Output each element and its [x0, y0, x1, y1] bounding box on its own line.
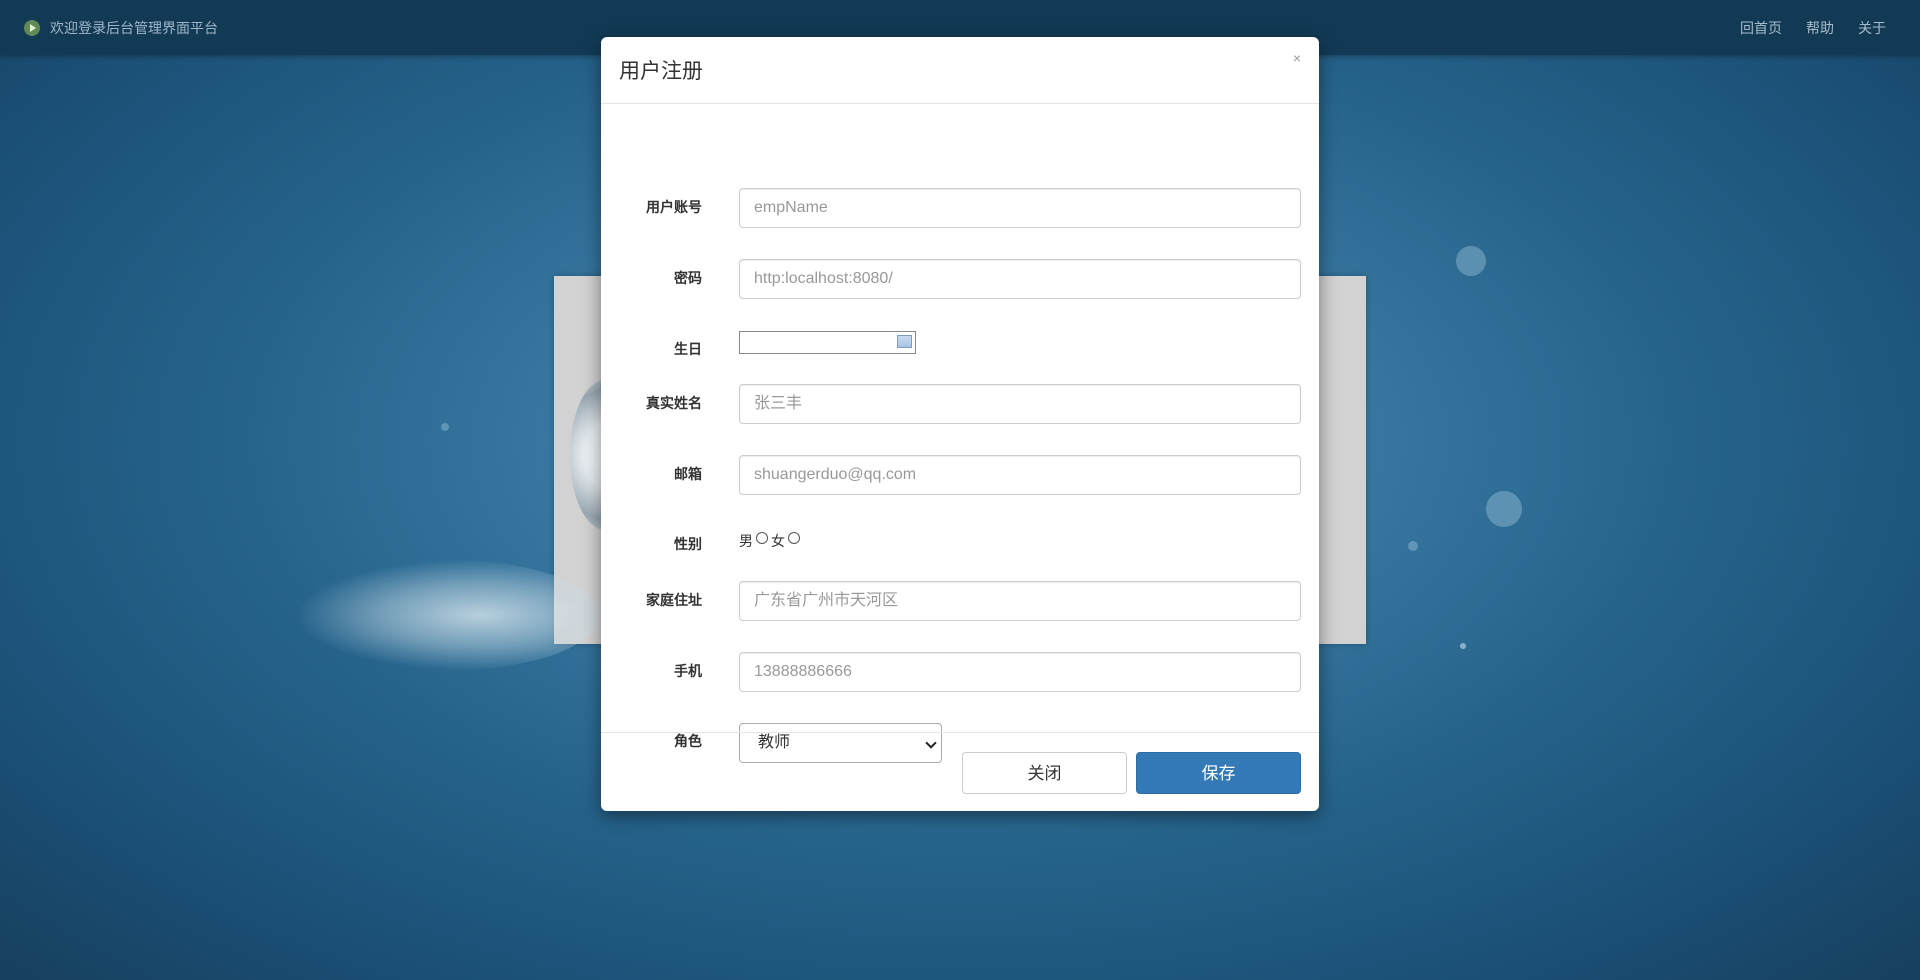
- gender-female-radio[interactable]: [788, 532, 800, 544]
- gender-label: 性别: [674, 536, 702, 552]
- dialog-body: 用户账号 密码 生日 真实姓名 邮箱 性别 男 女: [601, 104, 1319, 763]
- dialog-header: 用户注册 ×: [601, 37, 1319, 104]
- email-label: 邮箱: [674, 466, 702, 482]
- dialog-footer: 关闭 保存: [601, 732, 1319, 812]
- close-button[interactable]: 关闭: [962, 752, 1127, 794]
- dialog-title: 用户注册: [619, 60, 703, 83]
- gender-option-male-label: 男: [739, 533, 753, 549]
- gender-option-female-label: 女: [771, 533, 785, 549]
- gender-male-radio[interactable]: [756, 532, 768, 544]
- account-label: 用户账号: [646, 199, 702, 215]
- realname-label: 真实姓名: [646, 395, 702, 411]
- calendar-icon[interactable]: [897, 335, 912, 348]
- birthday-label: 生日: [674, 341, 702, 357]
- modal-overlay: 用户注册 × 用户账号 密码 生日 真实姓名 邮箱: [0, 0, 1920, 980]
- close-icon[interactable]: ×: [1293, 50, 1301, 66]
- realname-input[interactable]: [739, 384, 1301, 424]
- register-dialog: 用户注册 × 用户账号 密码 生日 真实姓名 邮箱: [601, 37, 1319, 811]
- gender-radio-group: 男 女: [739, 531, 803, 551]
- address-label: 家庭住址: [646, 592, 702, 608]
- address-input[interactable]: [739, 581, 1301, 621]
- phone-label: 手机: [674, 663, 702, 679]
- password-label: 密码: [674, 270, 702, 286]
- password-input[interactable]: [739, 259, 1301, 299]
- phone-input[interactable]: [739, 652, 1301, 692]
- save-button[interactable]: 保存: [1136, 752, 1301, 794]
- birthday-date-input[interactable]: [739, 331, 916, 354]
- account-input[interactable]: [739, 188, 1301, 228]
- email-input[interactable]: [739, 455, 1301, 495]
